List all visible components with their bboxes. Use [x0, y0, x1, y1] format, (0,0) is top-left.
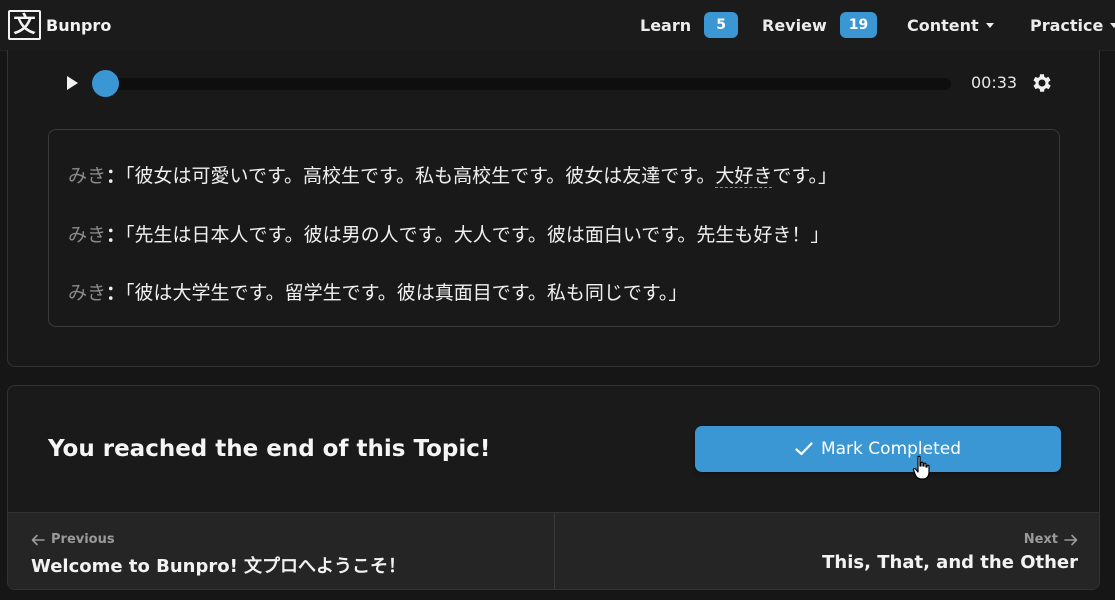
check-icon: [795, 442, 813, 456]
nav-review-label: Review: [762, 15, 827, 35]
arrow-left-icon: [31, 534, 45, 545]
dialogue-box: みき：「彼女は可愛いです。高校生です。私も高校生です。彼女は友達です。大好きです…: [48, 129, 1060, 327]
speaker-name: みき: [68, 282, 107, 304]
nav-practice-label: Practice: [1030, 15, 1104, 35]
arrow-right-icon: [1064, 534, 1078, 545]
learn-count-badge: 5: [704, 12, 739, 38]
audio-progress-track[interactable]: [106, 78, 951, 90]
play-button[interactable]: [64, 74, 80, 92]
mark-completed-button[interactable]: Mark Completed: [695, 426, 1061, 472]
dialogue-line: みき：「先生は日本人です。彼は男の人です。大人です。彼は面白いです。先生も好き！…: [68, 220, 829, 247]
speaker-name: みき: [68, 224, 107, 246]
gear-icon[interactable]: [1030, 71, 1054, 95]
next-label: Next: [1023, 532, 1058, 547]
previous-topic-link[interactable]: Previous Welcome to Bunpro! 文プロへようこそ！: [8, 513, 555, 589]
dialogue-line: みき：「彼は大学生です。留学生です。彼は真面目です。私も同じです。」: [68, 278, 687, 305]
dialogue-line: みき：「彼女は可愛いです。高校生です。私も高校生です。彼女は友達です。大好きです…: [68, 161, 837, 188]
end-title: You reached the end of this Topic!: [48, 436, 491, 462]
dialogue-text: です。」: [772, 165, 837, 187]
logo[interactable]: 文 Bunpro: [8, 0, 111, 50]
play-icon: [66, 76, 78, 90]
review-count-badge: 19: [839, 12, 878, 38]
chevron-down-icon: [1110, 22, 1115, 28]
speaker-colon: ：: [106, 224, 126, 246]
chevron-down-icon: [985, 22, 994, 28]
audio-progress-handle[interactable]: [92, 70, 119, 97]
top-nav: 文 Bunpro Learn 5 Review 19 Content Pract…: [0, 0, 1115, 50]
previous-topic-title: Welcome to Bunpro! 文プロへようこそ！: [31, 556, 407, 577]
nav-content[interactable]: Content: [907, 16, 994, 35]
grammar-highlight[interactable]: 大好き: [715, 165, 773, 188]
nav-content-label: Content: [907, 15, 979, 35]
mark-completed-label: Mark Completed: [820, 439, 962, 459]
previous-label: Previous: [51, 532, 115, 547]
brand-name: Bunpro: [46, 15, 112, 35]
topic-pager: Previous Welcome to Bunpro! 文プロへようこそ！ Ne…: [8, 512, 1099, 589]
nav-learn[interactable]: Learn 5: [640, 12, 739, 38]
next-label-row: Next: [1024, 532, 1078, 547]
dialogue-text: 「彼は大学生です。留学生です。彼は真面目です。私も同じです。」: [125, 282, 688, 304]
speaker-colon: ：: [106, 282, 126, 304]
audio-card: 00:33 みき：「彼女は可愛いです。高校生です。私も高校生です。彼女は友達です…: [7, 50, 1100, 367]
speaker-colon: ：: [106, 165, 126, 187]
previous-label-row: Previous: [31, 532, 115, 547]
end-of-topic-card: You reached the end of this Topic! Mark …: [7, 385, 1100, 590]
dialogue-text: 「彼女は可愛いです。高校生です。私も高校生です。彼女は友達です。: [125, 165, 716, 187]
nav-review[interactable]: Review 19: [762, 12, 878, 38]
audio-time: 00:33: [971, 73, 1018, 92]
logo-icon: 文: [8, 10, 41, 40]
next-topic-link[interactable]: Next This, That, and the Other: [554, 513, 1099, 589]
nav-practice[interactable]: Practice: [1030, 16, 1115, 35]
nav-learn-label: Learn: [640, 15, 692, 35]
speaker-name: みき: [68, 165, 107, 187]
next-topic-title: This, That, and the Other: [822, 552, 1078, 573]
hand-cursor-icon: [912, 455, 930, 480]
dialogue-text: 「先生は日本人です。彼は男の人です。大人です。彼は面白いです。先生も好き！」: [125, 224, 830, 246]
